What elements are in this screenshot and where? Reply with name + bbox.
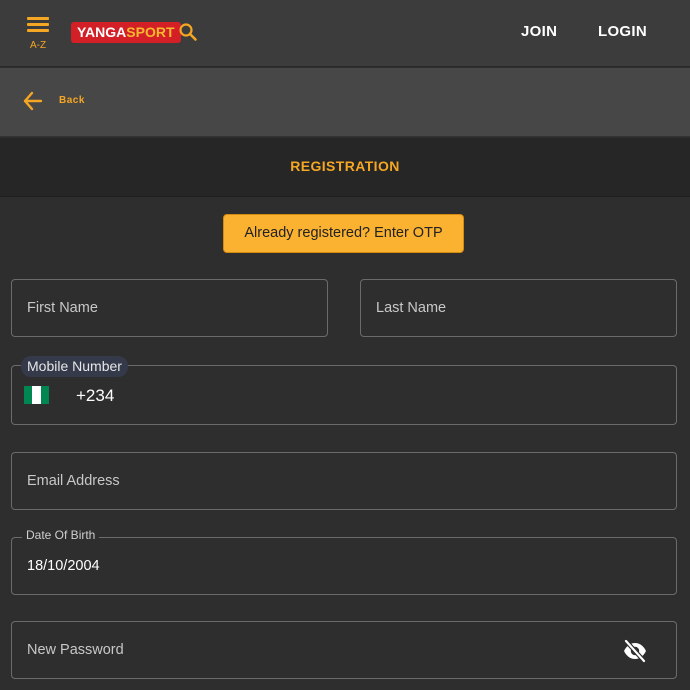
logo-text-primary: YANGA xyxy=(77,24,127,40)
country-code: +234 xyxy=(76,386,115,405)
menu-label: A-Z xyxy=(29,40,47,51)
back-bar: Back xyxy=(0,68,690,137)
first-name-field[interactable]: First Name xyxy=(11,279,328,337)
back-link[interactable]: Back xyxy=(59,95,85,106)
mobile-number-label: Mobile Number xyxy=(21,356,128,377)
eye-off-icon[interactable] xyxy=(622,639,648,663)
email-placeholder: Email Address xyxy=(27,473,120,489)
login-link[interactable]: LOGIN xyxy=(598,23,647,40)
top-header: A-Z YANGASPORT JOIN LOGIN xyxy=(0,0,690,67)
page-title: REGISTRATION xyxy=(290,158,400,174)
arrow-left-icon[interactable] xyxy=(22,90,44,112)
nigeria-flag-icon[interactable] xyxy=(24,386,49,404)
enter-otp-button[interactable]: Already registered? Enter OTP xyxy=(223,214,464,253)
brand-logo[interactable]: YANGASPORT xyxy=(71,22,181,43)
search-icon[interactable] xyxy=(178,22,198,42)
date-of-birth-field[interactable]: 18/10/2004 xyxy=(11,537,677,595)
menu-button[interactable]: A-Z xyxy=(22,14,54,54)
date-of-birth-value: 18/10/2004 xyxy=(27,558,100,574)
last-name-placeholder: Last Name xyxy=(376,300,447,316)
hamburger-icon xyxy=(27,17,49,20)
new-password-field[interactable]: New Password xyxy=(11,621,677,679)
join-link[interactable]: JOIN xyxy=(521,23,557,40)
date-of-birth-label: Date Of Birth xyxy=(22,528,100,542)
hamburger-icon-line xyxy=(27,29,49,32)
new-password-placeholder: New Password xyxy=(27,642,124,658)
logo-text-secondary: SPORT xyxy=(126,24,175,40)
email-field[interactable]: Email Address xyxy=(11,452,677,510)
last-name-field[interactable]: Last Name xyxy=(360,279,677,337)
page-header: REGISTRATION xyxy=(0,138,690,197)
first-name-placeholder: First Name xyxy=(27,300,98,316)
hamburger-icon-line xyxy=(27,23,49,26)
